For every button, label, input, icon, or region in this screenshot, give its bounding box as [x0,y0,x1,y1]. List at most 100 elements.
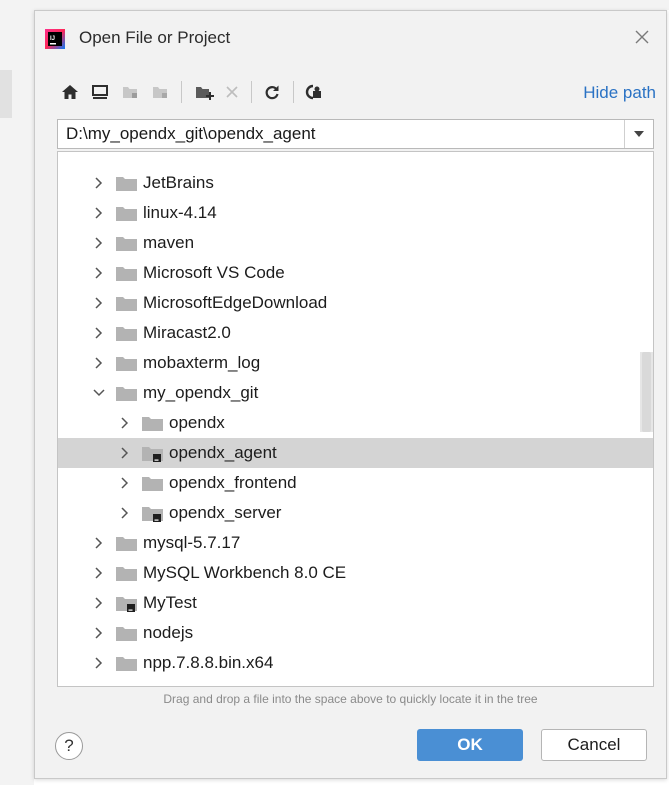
chevron-right-icon[interactable] [118,446,132,460]
folder-icon [116,297,137,311]
desktop-icon[interactable] [87,79,113,105]
folder-icon [116,207,137,221]
project-folder-icon [116,597,137,612]
tree-row[interactable]: npp.7.8.8.bin.x64 [58,648,653,678]
tree-row[interactable]: maven [58,228,653,258]
help-button[interactable]: ? [55,732,83,760]
new-folder-icon[interactable] [191,79,217,105]
show-hidden-files-icon[interactable] [301,79,327,105]
drag-drop-hint: Drag and drop a file into the space abov… [163,692,538,706]
folder-icon [116,567,137,581]
chevron-right-icon[interactable] [92,536,106,550]
tree-row[interactable]: MicrosoftEdgeDownload [58,288,653,318]
tree-row[interactable]: MyTest [58,588,653,618]
scrollbar-thumb[interactable] [642,352,651,432]
folder-icon [116,267,137,281]
chevron-right-icon[interactable] [92,176,106,190]
tree-row-label: opendx_agent [169,443,277,462]
tree-row[interactable]: Omnipeek [58,678,653,687]
combo-dropdown-button[interactable] [624,120,653,148]
title-bar: IJ Open File or Project [35,11,666,63]
tree-row-label: mysql-5.7.17 [143,533,241,552]
chevron-right-icon[interactable] [92,356,106,370]
background-window-top [34,0,669,10]
chevron-right-icon[interactable] [92,236,106,250]
tree-row-label: opendx [169,413,225,432]
path-combobox[interactable]: D:\my_opendx_git\opendx_agent [57,119,654,149]
tree-row-label: MicrosoftEdgeDownload [143,293,328,312]
dialog-title: Open File or Project [79,28,231,47]
project-folder-icon [117,79,143,105]
folder-icon [116,657,137,671]
close-icon[interactable] [630,25,654,49]
path-input[interactable]: D:\my_opendx_git\opendx_agent [66,124,316,144]
background-window-tab [0,70,12,118]
tree-row-label: Miracast2.0 [143,323,231,342]
tree-row[interactable]: mysql-5.7.17 [58,528,653,558]
project-folder-icon [142,507,163,522]
intellij-idea-icon: IJ [45,29,65,49]
chevron-down-icon[interactable] [92,386,106,400]
tree-row-label: opendx_server [169,503,282,522]
tree-row-label: MySQL Workbench 8.0 CE [143,563,347,582]
tree-row[interactable]: opendx_frontend [58,468,653,498]
folder-icon [116,177,137,191]
chevron-right-icon[interactable] [92,686,106,687]
tree-row[interactable]: my_opendx_git [58,378,653,408]
tree-row-label: linux-4.14 [143,203,217,222]
tree-row[interactable]: opendx_server [58,498,653,528]
tree-row[interactable]: mobaxterm_log [58,348,653,378]
tree-row-label: Omnipeek [143,683,220,686]
tree-row-label: npp.7.8.8.bin.x64 [143,653,274,672]
folder-icon [116,357,137,371]
chevron-right-icon[interactable] [118,476,132,490]
chevron-right-icon[interactable] [92,326,106,340]
cancel-button[interactable]: Cancel [541,729,647,761]
project-folder-icon [142,447,163,462]
toolbar-separator [251,81,252,103]
chevron-down-icon [634,131,644,137]
toolbar-separator [181,81,182,103]
svg-text:IJ: IJ [50,36,55,42]
tree-row[interactable]: Microsoft VS Code [58,258,653,288]
chevron-right-icon[interactable] [118,416,132,430]
tree-row-label: opendx_frontend [169,473,297,492]
folder-icon [116,537,137,551]
folder-icon [116,627,137,641]
file-tree[interactable]: Omnipeek npp.7.8.8.bin.x64 nodejs MyTest MyS… [57,151,654,687]
module-folder-icon [147,79,173,105]
tree-row-label: MyTest [143,593,197,612]
tree-row[interactable]: nodejs [58,618,653,648]
toolbar: Hide path [35,75,666,109]
chevron-right-icon[interactable] [92,626,106,640]
tree-row[interactable]: opendx [58,408,653,438]
tree-row-label: JetBrains [143,173,214,192]
tree-row[interactable]: opendx_agent [58,438,653,468]
chevron-right-icon[interactable] [92,266,106,280]
tree-row-label: Microsoft VS Code [143,263,285,282]
tree-scrollbar[interactable] [640,352,653,432]
tree-row-label: maven [143,233,195,252]
delete-icon [219,79,245,105]
toolbar-separator [293,81,294,103]
folder-icon [116,327,137,341]
tree-row[interactable]: Miracast2.0 [58,318,653,348]
chevron-right-icon[interactable] [92,206,106,220]
folder-icon [116,237,137,251]
tree-row[interactable]: MySQL Workbench 8.0 CE [58,558,653,588]
folder-icon [116,387,137,401]
hide-path-link[interactable]: Hide path [583,83,656,103]
refresh-icon[interactable] [259,79,285,105]
folder-icon [116,686,138,687]
ok-button[interactable]: OK [417,729,523,761]
chevron-right-icon[interactable] [92,596,106,610]
chevron-right-icon[interactable] [92,296,106,310]
chevron-right-icon[interactable] [92,566,106,580]
open-file-dialog: IJ Open File or Project Hide path D:\my_… [34,10,667,779]
tree-row[interactable]: JetBrains [58,168,653,198]
tree-row-label: mobaxterm_log [143,353,261,372]
chevron-right-icon[interactable] [118,506,132,520]
tree-row[interactable]: linux-4.14 [58,198,653,228]
chevron-right-icon[interactable] [92,656,106,670]
home-icon[interactable] [57,79,83,105]
